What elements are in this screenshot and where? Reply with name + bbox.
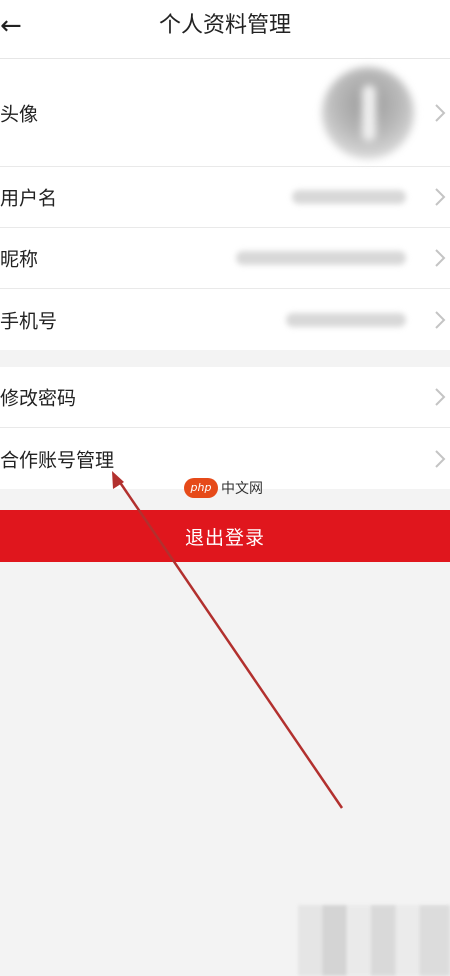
row-label: 修改密码 — [0, 387, 77, 410]
username-value — [292, 190, 406, 204]
chevron-right-icon — [435, 310, 446, 329]
avatar — [322, 66, 414, 159]
profile-group: 头像 用户名 昵称 手机号 — [0, 59, 450, 350]
row-label: 手机号 — [0, 310, 58, 332]
account-group: 修改密码 合作账号管理 — [0, 367, 450, 489]
chevron-right-icon — [435, 188, 446, 206]
row-avatar[interactable]: 头像 — [0, 59, 450, 167]
watermark-logo: php 中文网 — [184, 477, 263, 499]
chevron-right-icon — [435, 388, 446, 406]
row-label: 用户名 — [0, 187, 58, 210]
row-label: 头像 — [0, 103, 39, 125]
row-phone[interactable]: 手机号 — [0, 289, 450, 350]
row-nickname[interactable]: 昵称 — [0, 228, 450, 289]
row-label: 昵称 — [0, 248, 39, 271]
row-change-password[interactable]: 修改密码 — [0, 367, 450, 428]
row-label: 合作账号管理 — [0, 449, 115, 471]
phone-value — [286, 312, 406, 327]
watermark-badge: php — [184, 478, 218, 498]
page-title: 个人资料管理 — [158, 13, 291, 38]
nickname-value — [236, 251, 406, 265]
row-username[interactable]: 用户名 — [0, 167, 450, 228]
chevron-right-icon — [435, 249, 446, 267]
chevron-right-icon — [435, 103, 446, 122]
logout-button[interactable]: 退出登录 — [0, 510, 450, 562]
top-bar: ← 个人资料管理 — [0, 0, 450, 59]
watermark-text: 中文网 — [221, 481, 263, 497]
blurred-mosaic — [298, 905, 450, 976]
chevron-right-icon — [435, 449, 446, 468]
